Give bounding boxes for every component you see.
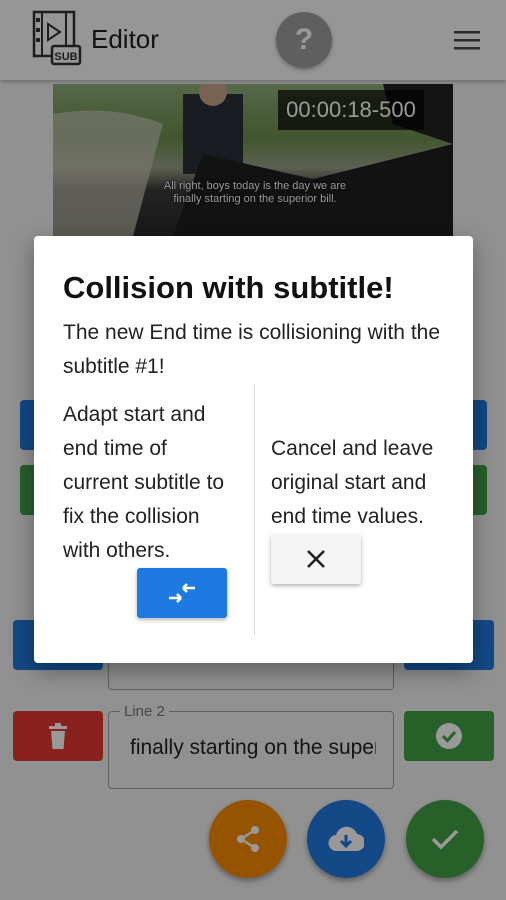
close-icon bbox=[307, 550, 325, 568]
adapt-times-button[interactable] bbox=[137, 568, 227, 618]
dialog-message: The new End time is collisioning with th… bbox=[63, 321, 441, 378]
collision-dialog: Collision with subtitle! The new End tim… bbox=[34, 236, 473, 663]
dialog-title: Collision with subtitle! bbox=[63, 270, 394, 305]
compress-arrows-icon bbox=[169, 583, 195, 603]
dialog-divider bbox=[254, 384, 255, 636]
cancel-description: Cancel and leave original start and end … bbox=[271, 437, 434, 528]
adapt-description: Adapt start and end time of current subt… bbox=[63, 403, 225, 562]
cancel-button[interactable] bbox=[271, 534, 361, 584]
